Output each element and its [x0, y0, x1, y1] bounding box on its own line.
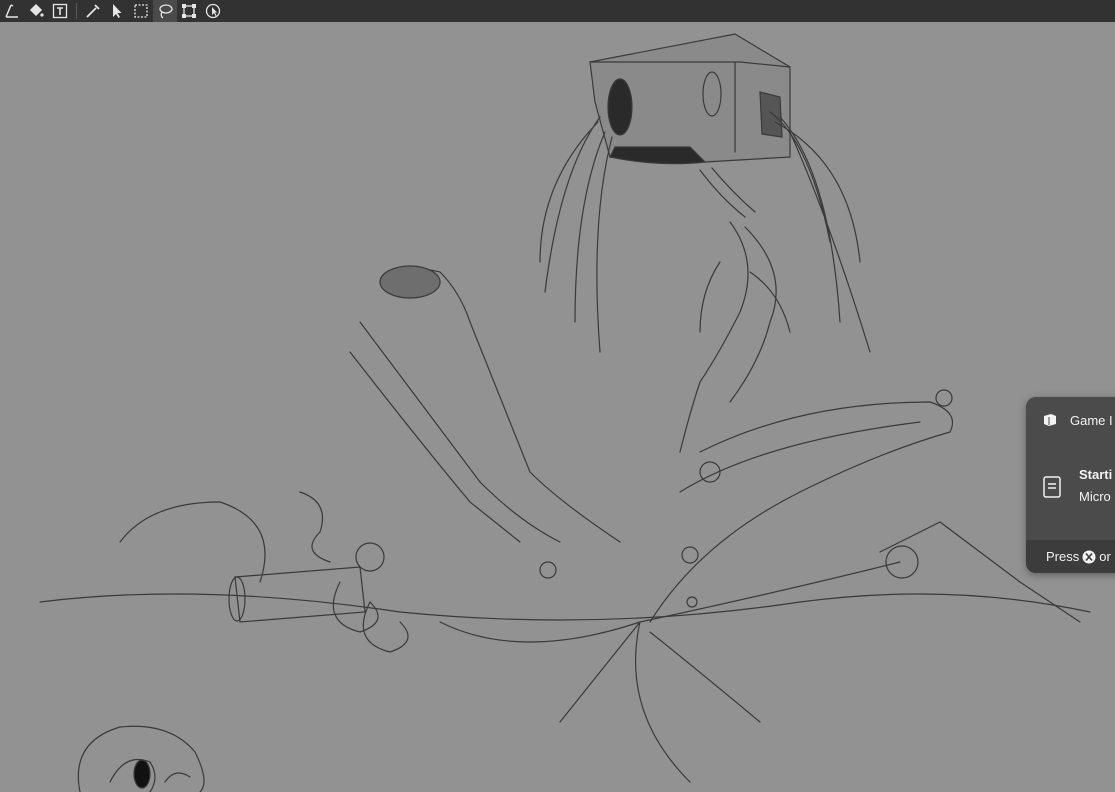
select-arrow-icon	[113, 4, 122, 18]
notification-title: Game I	[1070, 412, 1113, 428]
move-select-icon	[205, 3, 221, 19]
rect-select-icon	[134, 4, 148, 18]
text-tool-button[interactable]	[48, 0, 72, 22]
transform-icon	[182, 4, 196, 18]
footer-press-text: Press	[1046, 549, 1080, 564]
move-select-button[interactable]	[201, 0, 225, 22]
rect-select-button[interactable]	[129, 0, 153, 22]
lasso-icon	[159, 4, 173, 19]
transform-button[interactable]	[177, 0, 201, 22]
pen-icon	[5, 4, 18, 18]
pen-tool-button[interactable]	[0, 0, 24, 22]
fill-bucket-button[interactable]	[24, 0, 48, 22]
tool-bar	[0, 0, 1115, 22]
footer-or-text: or	[1099, 549, 1111, 564]
lasso-button[interactable]	[153, 0, 177, 22]
notification-footer: Press or	[1026, 540, 1115, 573]
eyedropper-icon	[86, 4, 100, 18]
sketch-artwork	[39, 33, 1091, 792]
xbox-button-icon	[1082, 550, 1096, 563]
toolbar-divider	[76, 3, 77, 19]
document-icon	[1043, 476, 1061, 498]
notification-body: Starti Micro	[1026, 457, 1115, 517]
text-tool-icon	[52, 3, 68, 19]
fill-bucket-icon	[29, 3, 44, 17]
game-bar-notification[interactable]: Game I Starti Micro Press or	[1026, 397, 1115, 573]
eyedropper-button[interactable]	[81, 0, 105, 22]
notification-status-title: Starti	[1079, 467, 1113, 482]
notification-status-subtitle: Micro	[1079, 489, 1111, 504]
select-arrow-button[interactable]	[105, 0, 129, 22]
drawing-canvas[interactable]	[0, 22, 1115, 792]
game-bar-icon	[1044, 414, 1056, 426]
notification-header: Game I	[1026, 397, 1115, 443]
